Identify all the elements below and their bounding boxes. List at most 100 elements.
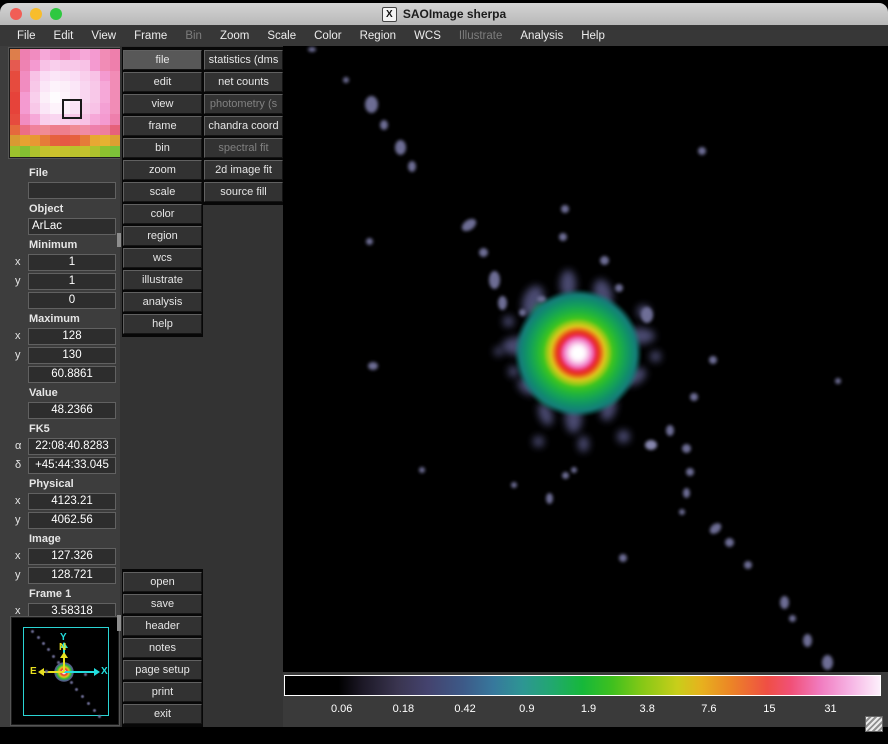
- magnifier-pixel: [30, 81, 40, 92]
- magnifier-pixel: [70, 146, 80, 157]
- value-input[interactable]: [28, 402, 116, 419]
- magnifier-pixel: [90, 125, 100, 136]
- panel-color-button[interactable]: color: [123, 204, 202, 224]
- magnifier-pixel: [90, 60, 100, 71]
- magnifier-pixel: [70, 135, 80, 146]
- dec-input[interactable]: [28, 457, 116, 474]
- panel-view-button[interactable]: view: [123, 94, 202, 114]
- ra-input[interactable]: [28, 438, 116, 455]
- pane-sash-lower[interactable]: [117, 615, 121, 631]
- phys-x-prefix: x: [15, 495, 28, 507]
- panel-file-button[interactable]: file: [123, 50, 202, 70]
- file-input[interactable]: [28, 182, 116, 199]
- menu-bin[interactable]: Bin: [176, 30, 211, 42]
- panel-region-button[interactable]: region: [123, 226, 202, 246]
- streak-blob: [308, 47, 316, 52]
- max-y-input[interactable]: [28, 347, 116, 364]
- colorbar-tick: 1.9: [581, 703, 596, 715]
- file-notes-button[interactable]: notes: [123, 638, 202, 658]
- image-x-input[interactable]: [28, 548, 116, 565]
- magnifier-pixel: [80, 146, 90, 157]
- close-button[interactable]: [10, 8, 22, 20]
- panel-scale-button[interactable]: scale: [123, 182, 202, 202]
- menu-frame[interactable]: Frame: [125, 30, 176, 42]
- streak-blob: [707, 520, 723, 535]
- analysis-source-fill-button[interactable]: source fill: [204, 182, 283, 202]
- analysis-statistics-dms-button[interactable]: statistics (dms: [204, 50, 283, 70]
- analysis-2d-image-fit-button[interactable]: 2d image fit: [204, 160, 283, 180]
- min-y-prefix: y: [15, 275, 28, 287]
- image-label: Image: [0, 530, 120, 547]
- magnifier-panel[interactable]: [9, 48, 121, 158]
- compass-north-axis: [63, 656, 65, 672]
- colorbar[interactable]: [284, 675, 881, 696]
- physical-x-input[interactable]: [28, 493, 116, 510]
- physical-y-input[interactable]: [28, 512, 116, 529]
- file-open-button[interactable]: open: [123, 572, 202, 592]
- magnifier-pixel: [100, 60, 110, 71]
- magnifier-pixel: [10, 125, 20, 136]
- menu-help[interactable]: Help: [572, 30, 614, 42]
- magnifier-pixel: [50, 103, 60, 114]
- menu-view[interactable]: View: [82, 30, 125, 42]
- panel-bin-button[interactable]: bin: [123, 138, 202, 158]
- analysis-chandra-coord-button[interactable]: chandra coord: [204, 116, 283, 136]
- magnifier-pixel: [20, 146, 30, 157]
- streak-blob: [780, 596, 789, 609]
- menu-color[interactable]: Color: [305, 30, 350, 42]
- minimize-button[interactable]: [30, 8, 42, 20]
- analysis-photometry-s-button[interactable]: photometry (s: [204, 94, 283, 114]
- phys-y-prefix: y: [15, 514, 28, 526]
- panel-edit-button[interactable]: edit: [123, 72, 202, 92]
- zoom-button[interactable]: [50, 8, 62, 20]
- analysis-net-counts-button[interactable]: net counts: [204, 72, 283, 92]
- min-y-input[interactable]: [28, 273, 116, 290]
- panel-analysis-button[interactable]: analysis: [123, 292, 202, 312]
- magnifier-pixel: [20, 103, 30, 114]
- menu-wcs[interactable]: WCS: [405, 30, 450, 42]
- magnifier-pixel: [10, 114, 20, 125]
- pane-sash[interactable]: [117, 233, 121, 247]
- title-bar[interactable]: X SAOImage sherpa: [0, 3, 888, 26]
- magnifier-pixel: [100, 81, 110, 92]
- panel-wcs-button[interactable]: wcs: [123, 248, 202, 268]
- streak-blob: [519, 309, 526, 316]
- menu-illustrate[interactable]: Illustrate: [450, 30, 511, 42]
- max-value-input[interactable]: [28, 366, 116, 383]
- max-x-input[interactable]: [28, 328, 116, 345]
- analysis-spectral-fit-button[interactable]: spectral fit: [204, 138, 283, 158]
- menu-region[interactable]: Region: [351, 30, 405, 42]
- magnifier-pixel: [20, 125, 30, 136]
- min-value-input[interactable]: [28, 292, 116, 309]
- image-y-input[interactable]: [28, 567, 116, 584]
- magnifier-pixel: [80, 49, 90, 60]
- panel-illustrate-button[interactable]: illustrate: [123, 270, 202, 290]
- streak-blob: [698, 147, 706, 155]
- panel-zoom-button[interactable]: zoom: [123, 160, 202, 180]
- magnifier-pixel: [50, 60, 60, 71]
- panel-help-button[interactable]: help: [123, 314, 202, 334]
- menu-zoom[interactable]: Zoom: [211, 30, 258, 42]
- file-save-button[interactable]: save: [123, 594, 202, 614]
- file-page-setup-button[interactable]: page setup: [123, 660, 202, 680]
- menu-scale[interactable]: Scale: [258, 30, 305, 42]
- menu-analysis[interactable]: Analysis: [511, 30, 572, 42]
- streak-blob: [679, 509, 685, 515]
- panner-panel[interactable]: Y N X E: [11, 617, 119, 725]
- magnifier-pixel: [30, 125, 40, 136]
- magnifier-pixel: [100, 125, 110, 136]
- image-display[interactable]: [283, 46, 888, 672]
- resize-grip[interactable]: [865, 716, 883, 732]
- menu-edit[interactable]: Edit: [45, 30, 83, 42]
- traffic-lights: [10, 8, 62, 20]
- magnifier-pixel: [30, 71, 40, 82]
- file-exit-button[interactable]: exit: [123, 704, 202, 724]
- compass-x-arrowhead: [94, 668, 100, 676]
- object-input[interactable]: [28, 218, 116, 235]
- panel-frame-button[interactable]: frame: [123, 116, 202, 136]
- min-x-input[interactable]: [28, 254, 116, 271]
- menu-file[interactable]: File: [8, 30, 45, 42]
- magnifier-pixel: [90, 92, 100, 103]
- file-print-button[interactable]: print: [123, 682, 202, 702]
- file-header-button[interactable]: header: [123, 616, 202, 636]
